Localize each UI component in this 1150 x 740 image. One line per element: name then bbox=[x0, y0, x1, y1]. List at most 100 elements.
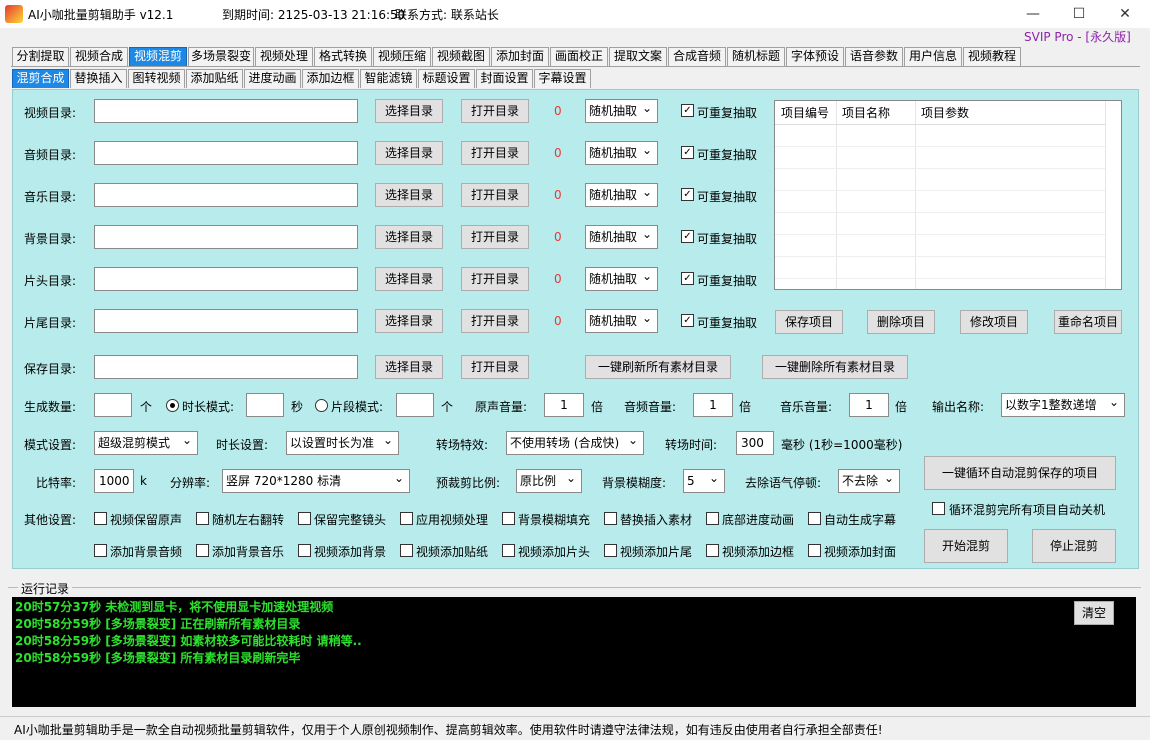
save-dir-open-button[interactable]: 打开目录 bbox=[461, 355, 529, 379]
close-icon[interactable]: ✕ bbox=[1102, 0, 1148, 28]
sub-tab[interactable]: 图转视频 bbox=[128, 69, 185, 88]
segment-input[interactable] bbox=[396, 393, 434, 417]
loop-shutdown-checkbox[interactable] bbox=[932, 502, 945, 515]
option-checkbox[interactable] bbox=[196, 544, 209, 557]
minimize-icon[interactable]: — bbox=[1010, 0, 1056, 28]
select-dir-button[interactable]: 选择目录 bbox=[375, 141, 443, 165]
extract-mode-select[interactable]: 随机抽取 bbox=[585, 139, 658, 165]
repeat-checkbox[interactable]: ✓ bbox=[681, 104, 694, 117]
save-dir-select-button[interactable]: 选择目录 bbox=[375, 355, 443, 379]
delete-project-button[interactable]: 删除项目 bbox=[867, 310, 935, 334]
extract-mode-select[interactable]: 随机抽取 bbox=[585, 307, 658, 333]
sub-tab[interactable]: 添加贴纸 bbox=[186, 69, 243, 88]
sub-tab[interactable]: 智能滤镜 bbox=[360, 69, 417, 88]
duration-setting-select[interactable]: 以设置时长为准 bbox=[286, 429, 399, 455]
audio-volume-input[interactable] bbox=[693, 393, 733, 417]
main-tab[interactable]: 多场景裂变 bbox=[188, 47, 254, 66]
option-checkbox[interactable] bbox=[94, 544, 107, 557]
output-name-select[interactable]: 以数字1整数递增 bbox=[1001, 391, 1125, 417]
sub-tab[interactable]: 混剪合成 bbox=[12, 69, 69, 88]
option-checkbox[interactable] bbox=[94, 512, 107, 525]
option-checkbox[interactable] bbox=[604, 512, 617, 525]
sub-tab[interactable]: 标题设置 bbox=[418, 69, 475, 88]
orig-volume-input[interactable] bbox=[544, 393, 584, 417]
segment-mode-radio[interactable] bbox=[315, 399, 328, 412]
open-dir-button[interactable]: 打开目录 bbox=[461, 183, 529, 207]
save-dir-input[interactable] bbox=[94, 355, 358, 379]
main-tab[interactable]: 画面校正 bbox=[550, 47, 608, 66]
main-tab[interactable]: 视频处理 bbox=[255, 47, 313, 66]
select-dir-button[interactable]: 选择目录 bbox=[375, 309, 443, 333]
silence-select[interactable]: 不去除 bbox=[838, 467, 900, 493]
extract-mode-select[interactable]: 随机抽取 bbox=[585, 181, 658, 207]
main-tab[interactable]: 提取文案 bbox=[609, 47, 667, 66]
open-dir-button[interactable]: 打开目录 bbox=[461, 309, 529, 333]
extract-mode-select[interactable]: 随机抽取 bbox=[585, 223, 658, 249]
repeat-checkbox[interactable]: ✓ bbox=[681, 272, 694, 285]
repeat-checkbox[interactable]: ✓ bbox=[681, 230, 694, 243]
extract-mode-select[interactable]: 随机抽取 bbox=[585, 265, 658, 291]
rename-project-button[interactable]: 重命名项目 bbox=[1054, 310, 1122, 334]
main-tab[interactable]: 视频压缩 bbox=[373, 47, 431, 66]
main-tab[interactable]: 视频合成 bbox=[70, 47, 128, 66]
option-checkbox[interactable] bbox=[706, 512, 719, 525]
option-checkbox[interactable] bbox=[706, 544, 719, 557]
mode-select[interactable]: 超级混剪模式 bbox=[94, 429, 198, 455]
open-dir-button[interactable]: 打开目录 bbox=[461, 141, 529, 165]
main-tab[interactable]: 语音参数 bbox=[845, 47, 903, 66]
loop-auto-button[interactable]: 一键循环自动混剪保存的项目 bbox=[924, 456, 1116, 490]
dir-input[interactable] bbox=[94, 267, 358, 291]
repeat-checkbox[interactable]: ✓ bbox=[681, 188, 694, 201]
option-checkbox[interactable] bbox=[604, 544, 617, 557]
option-checkbox[interactable] bbox=[808, 544, 821, 557]
project-table[interactable]: 项目编号 项目名称 项目参数 bbox=[774, 100, 1122, 290]
main-tab[interactable]: 随机标题 bbox=[727, 47, 785, 66]
option-checkbox[interactable] bbox=[808, 512, 821, 525]
open-dir-button[interactable]: 打开目录 bbox=[461, 225, 529, 249]
option-checkbox[interactable] bbox=[298, 544, 311, 557]
option-checkbox[interactable] bbox=[400, 544, 413, 557]
open-dir-button[interactable]: 打开目录 bbox=[461, 267, 529, 291]
modify-project-button[interactable]: 修改项目 bbox=[960, 310, 1028, 334]
duration-mode-radio[interactable] bbox=[166, 399, 179, 412]
resolution-select[interactable]: 竖屏 720*1280 标清 bbox=[222, 467, 410, 493]
main-tab[interactable]: 添加封面 bbox=[491, 47, 549, 66]
sub-tab[interactable]: 替换插入 bbox=[70, 69, 127, 88]
crop-ratio-select[interactable]: 原比例 bbox=[516, 467, 582, 493]
select-dir-button[interactable]: 选择目录 bbox=[375, 183, 443, 207]
extract-mode-select[interactable]: 随机抽取 bbox=[585, 97, 658, 123]
save-project-button[interactable]: 保存项目 bbox=[775, 310, 843, 334]
log-panel[interactable]: 20时57分37秒 未检测到显卡，将不使用显卡加速处理视频 20时58分59秒 … bbox=[12, 597, 1136, 707]
start-button[interactable]: 开始混剪 bbox=[924, 529, 1008, 563]
open-dir-button[interactable]: 打开目录 bbox=[461, 99, 529, 123]
select-dir-button[interactable]: 选择目录 bbox=[375, 225, 443, 249]
duration-input[interactable] bbox=[246, 393, 284, 417]
transition-select[interactable]: 不使用转场 (合成快) bbox=[506, 429, 644, 455]
gen-count-input[interactable] bbox=[94, 393, 132, 417]
select-dir-button[interactable]: 选择目录 bbox=[375, 99, 443, 123]
repeat-checkbox[interactable]: ✓ bbox=[681, 146, 694, 159]
option-checkbox[interactable] bbox=[502, 512, 515, 525]
select-dir-button[interactable]: 选择目录 bbox=[375, 267, 443, 291]
maximize-icon[interactable]: ☐ bbox=[1056, 0, 1102, 28]
delete-all-button[interactable]: 一键删除所有素材目录 bbox=[762, 355, 908, 379]
sub-tab[interactable]: 进度动画 bbox=[244, 69, 301, 88]
option-checkbox[interactable] bbox=[502, 544, 515, 557]
blur-select[interactable]: 5 bbox=[683, 467, 725, 493]
dir-input[interactable] bbox=[94, 309, 358, 333]
main-tab[interactable]: 视频混剪 bbox=[129, 47, 187, 66]
repeat-checkbox[interactable]: ✓ bbox=[681, 314, 694, 327]
main-tab[interactable]: 字体预设 bbox=[786, 47, 844, 66]
dir-input[interactable] bbox=[94, 183, 358, 207]
dir-input[interactable] bbox=[94, 99, 358, 123]
option-checkbox[interactable] bbox=[298, 512, 311, 525]
main-tab[interactable]: 视频教程 bbox=[963, 47, 1021, 66]
bitrate-input[interactable] bbox=[94, 469, 134, 493]
option-checkbox[interactable] bbox=[400, 512, 413, 525]
refresh-all-button[interactable]: 一键刷新所有素材目录 bbox=[585, 355, 731, 379]
dir-input[interactable] bbox=[94, 225, 358, 249]
music-volume-input[interactable] bbox=[849, 393, 889, 417]
main-tab[interactable]: 分割提取 bbox=[12, 47, 69, 66]
sub-tab[interactable]: 添加边框 bbox=[302, 69, 359, 88]
stop-button[interactable]: 停止混剪 bbox=[1032, 529, 1116, 563]
